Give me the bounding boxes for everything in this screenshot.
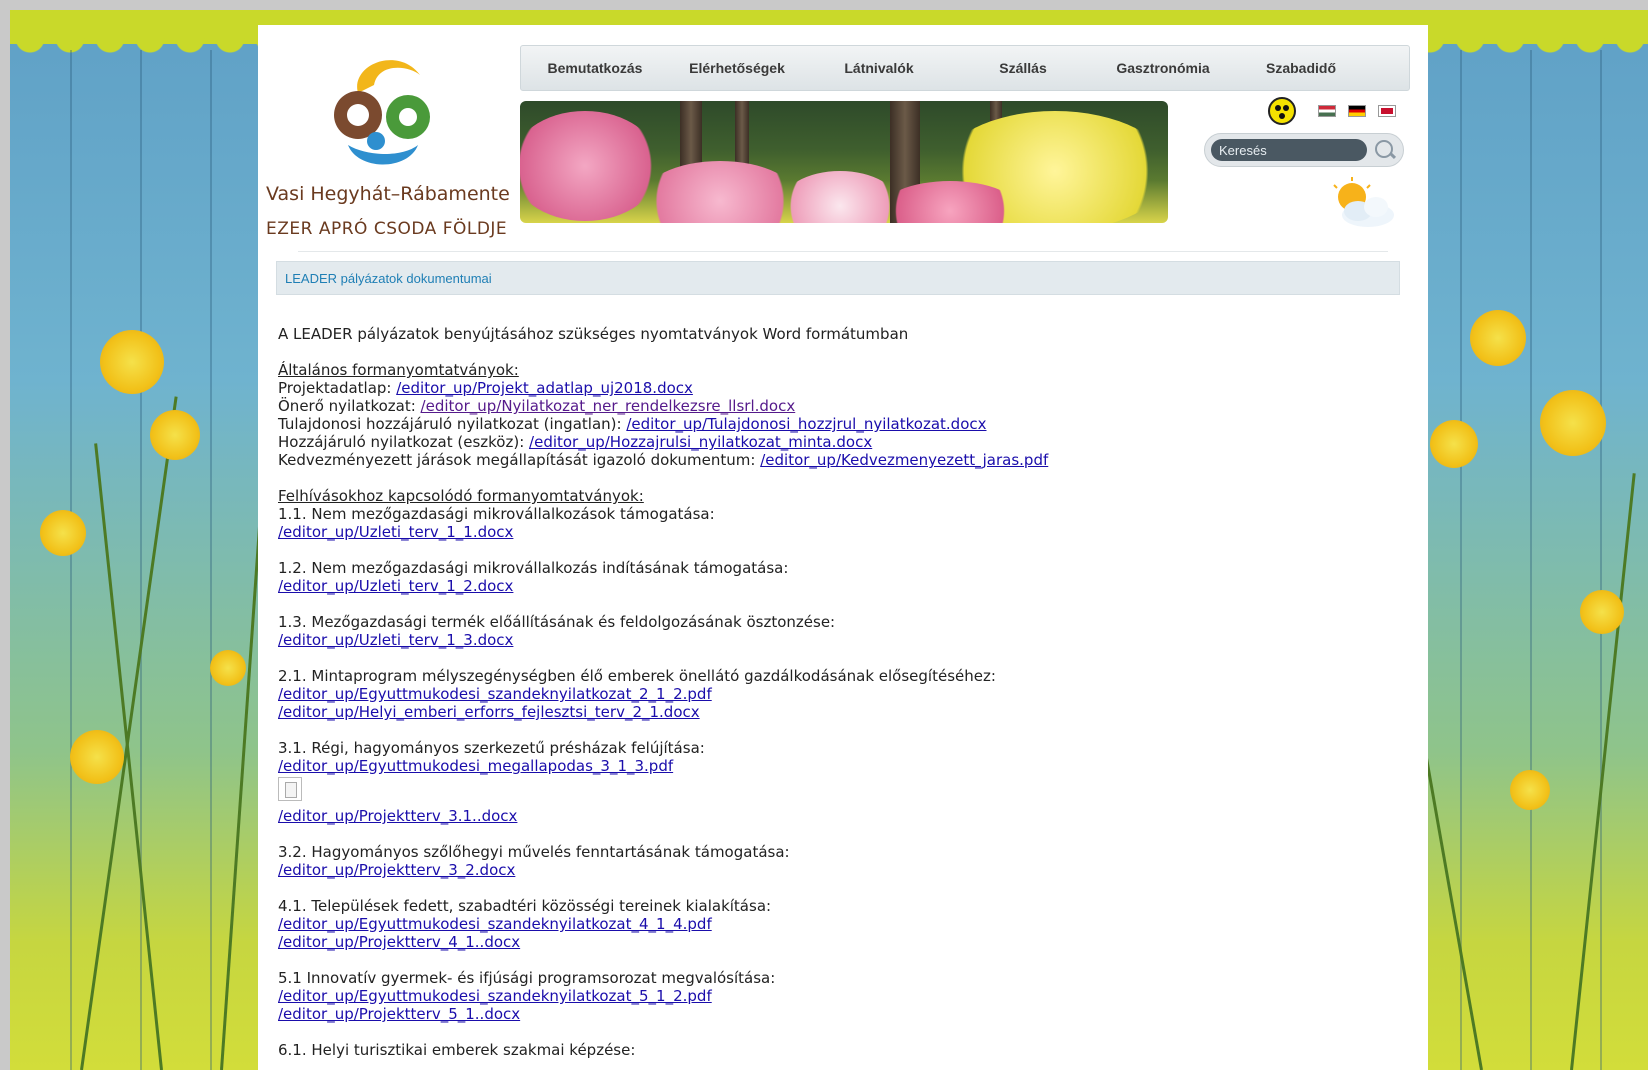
general-form-item: Tulajdonosi hozzájáruló nyilatkozat (ing…	[278, 415, 1398, 433]
main-nav: Bemutatkozás Elérhetőségek Látnivalók Sz…	[520, 45, 1410, 91]
flag-hu-icon[interactable]	[1318, 105, 1336, 117]
intro-text: A LEADER pályázatok benyújtásához szüksé…	[278, 325, 909, 343]
call-block: 1.3. Mezőgazdasági termék előállításának…	[278, 613, 1398, 649]
nav-item-latnivalok[interactable]: Látnivalók	[805, 60, 953, 76]
document-link[interactable]: /editor_up/Projektterv_5_1..docx	[278, 1005, 520, 1023]
call-title: 2.1. Mintaprogram mélyszegénységben élő …	[278, 667, 996, 685]
broken-image-icon	[278, 777, 302, 801]
bg-flower	[1580, 590, 1624, 634]
call-title: 4.1. Települések fedett, szabadtéri közö…	[278, 897, 772, 915]
nav-item-szallas[interactable]: Szállás	[953, 60, 1093, 76]
search-input[interactable]	[1211, 139, 1367, 161]
form-label: Tulajdonosi hozzájáruló nyilatkozat (ing…	[278, 415, 627, 433]
bg-flower	[210, 650, 246, 686]
general-form-item: Kedvezményezett járások megállapítását i…	[278, 451, 1398, 469]
header-divider	[298, 251, 1388, 252]
section-title-general: Általános formanyomtatványok:	[278, 361, 519, 379]
logo-emblem-icon	[334, 60, 430, 165]
bg-flower	[1510, 770, 1550, 810]
document-link[interactable]: /editor_up/Egyuttmukodesi_megallapodas_3…	[278, 757, 673, 775]
call-title: 1.2. Nem mezőgazdasági mikrovállalkozás …	[278, 559, 789, 577]
document-link[interactable]: /editor_up/Tulajdonosi_hozzjrul_nyilatko…	[626, 415, 986, 433]
document-link[interactable]: /editor_up/Hozzajrulsi_nyilatkozat_minta…	[529, 433, 872, 451]
call-title: 1.3. Mezőgazdasági termék előállításának…	[278, 613, 836, 631]
form-label: Hozzájáruló nyilatkozat (eszköz):	[278, 433, 530, 451]
bg-flower	[150, 410, 200, 460]
bg-flower	[1430, 420, 1478, 468]
document-link[interactable]: /editor_up/Projektterv_4_1..docx	[278, 933, 520, 951]
bg-flower	[1540, 390, 1606, 456]
section-title-calls: Felhívásokhoz kapcsolódó formanyomtatván…	[278, 487, 644, 505]
nav-item-elerhetosegek[interactable]: Elérhetőségek	[669, 60, 805, 76]
flag-en-icon[interactable]	[1378, 105, 1396, 117]
bg-flower	[40, 510, 86, 556]
call-title: 5.1 Innovatív gyermek- és ifjúsági progr…	[278, 969, 776, 987]
call-title: 1.1. Nem mezőgazdasági mikrovállalkozáso…	[278, 505, 715, 523]
calls-forms-list: 1.1. Nem mezőgazdasági mikrovállalkozáso…	[278, 505, 1398, 1059]
general-forms-list: Projektadatlap: /editor_up/Projekt_adatl…	[278, 379, 1398, 469]
nav-item-gasztronomia[interactable]: Gasztronómia	[1093, 60, 1233, 76]
call-block: 4.1. Települések fedett, szabadtéri közö…	[278, 897, 1398, 951]
header-banner-image	[520, 101, 1168, 223]
document-link[interactable]: /editor_up/Uzleti_terv_1_1.docx	[278, 523, 513, 541]
call-block: 1.2. Nem mezőgazdasági mikrovállalkozás …	[278, 559, 1398, 595]
call-block: 3.2. Hagyományos szőlőhegyi művelés fenn…	[278, 843, 1398, 879]
bg-plank	[1460, 50, 1462, 1070]
search-box	[1204, 133, 1404, 167]
call-title: 3.2. Hagyományos szőlőhegyi művelés fenn…	[278, 843, 790, 861]
form-label: Önerő nyilatkozat:	[278, 397, 421, 415]
banner-blossom	[640, 161, 800, 223]
bg-plank	[1600, 50, 1602, 1070]
form-label: Kedvezményezett járások megállapítását i…	[278, 451, 761, 469]
site-tagline: EZER APRÓ CSODA FÖLDJE	[266, 219, 508, 239]
bg-stem	[1570, 473, 1636, 1070]
weather-sunny-cloudy-icon	[1333, 177, 1394, 227]
document-link[interactable]: /editor_up/Helyi_emberi_erforrs_fejleszt…	[278, 703, 700, 721]
accessibility-icon[interactable]	[1268, 97, 1296, 125]
form-label: Projektadatlap:	[278, 379, 397, 397]
bg-plank	[140, 50, 142, 1070]
document-link[interactable]: /editor_up/Uzleti_terv_1_3.docx	[278, 631, 513, 649]
document-link[interactable]: /editor_up/Egyuttmukodesi_szandeknyilatk…	[278, 685, 712, 703]
general-form-item: Önerő nyilatkozat: /editor_up/Nyilatkoza…	[278, 397, 1398, 415]
document-link[interactable]: /editor_up/Egyuttmukodesi_szandeknyilatk…	[278, 987, 712, 1005]
bg-plank	[1530, 50, 1532, 1070]
article-content: A LEADER pályázatok benyújtásához szüksé…	[278, 325, 1398, 1059]
bg-flower	[1470, 310, 1526, 366]
document-link[interactable]: /editor_up/Projektterv_3_2.docx	[278, 861, 515, 879]
call-title: 3.1. Régi, hagyományos szerkezetű préshá…	[278, 739, 705, 757]
nav-item-bemutatkozas[interactable]: Bemutatkozás	[521, 60, 669, 76]
document-link[interactable]: /editor_up/Egyuttmukodesi_szandeknyilatk…	[278, 915, 712, 933]
call-block: 3.1. Régi, hagyományos szerkezetű préshá…	[278, 739, 1398, 825]
banner-blossom	[520, 111, 660, 221]
flag-de-icon[interactable]	[1348, 105, 1366, 117]
bg-plank	[210, 50, 212, 1070]
document-link[interactable]: /editor_up/Kedvezmenyezett_jaras.pdf	[760, 451, 1048, 469]
document-link[interactable]: /editor_up/Projekt_adatlap_uj2018.docx	[396, 379, 693, 397]
page-heading-bar: LEADER pályázatok dokumentumai	[276, 261, 1400, 295]
site-name: Vasi Hegyhát–Rábamente	[266, 183, 510, 205]
call-block: 6.1. Helyi turisztikai emberek szakmai k…	[278, 1041, 1398, 1059]
search-icon[interactable]	[1375, 140, 1393, 158]
bg-plank	[70, 50, 72, 1070]
call-title: 6.1. Helyi turisztikai emberek szakmai k…	[278, 1041, 636, 1059]
call-block: 1.1. Nem mezőgazdasági mikrovállalkozáso…	[278, 505, 1398, 541]
general-form-item: Hozzájáruló nyilatkozat (eszköz): /edito…	[278, 433, 1398, 451]
nav-item-szabadido[interactable]: Szabadidő	[1233, 60, 1369, 76]
general-form-item: Projektadatlap: /editor_up/Projekt_adatl…	[278, 379, 1398, 397]
bg-flower	[100, 330, 164, 394]
call-block: 5.1 Innovatív gyermek- és ifjúsági progr…	[278, 969, 1398, 1023]
document-link[interactable]: /editor_up/Uzleti_terv_1_2.docx	[278, 577, 513, 595]
page-title: LEADER pályázatok dokumentumai	[285, 271, 492, 286]
bg-flower	[70, 730, 124, 784]
call-block: 2.1. Mintaprogram mélyszegénységben élő …	[278, 667, 1398, 721]
site-logo[interactable]: Vasi Hegyhát–Rábamente EZER APRÓ CSODA F…	[258, 45, 520, 245]
document-link[interactable]: /editor_up/Nyilatkozat_ner_rendelkezsre_…	[421, 397, 796, 415]
page-container: Vasi Hegyhát–Rábamente EZER APRÓ CSODA F…	[258, 25, 1428, 1070]
document-link[interactable]: /editor_up/Projektterv_3.1..docx	[278, 807, 517, 825]
